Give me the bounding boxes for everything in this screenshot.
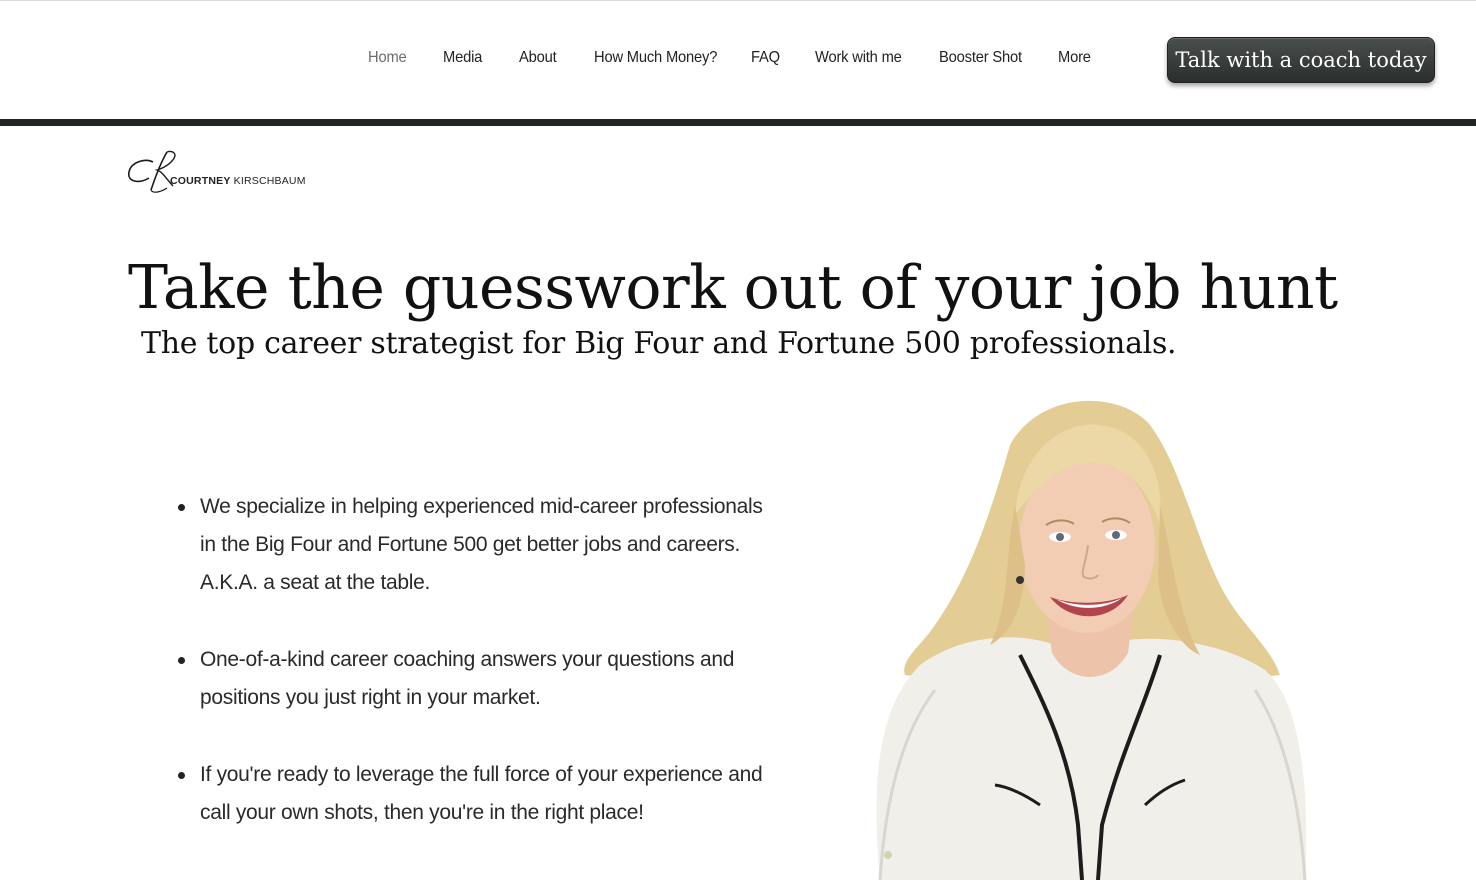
bullet-item: One-of-a-kind career coaching answers yo… [178, 641, 770, 717]
nav-item-faq[interactable]: FAQ [751, 49, 810, 67]
nav-item-home[interactable]: Home [368, 49, 437, 67]
logo-last-name: KIRSCHBAUM [233, 175, 306, 187]
nav-item-how-much-money[interactable]: How Much Money? [594, 49, 738, 67]
site-header: Home Media About How Much Money? FAQ Wor… [0, 1, 1476, 119]
bullet-item: If you're ready to leverage the full for… [178, 756, 770, 832]
coach-portrait-photo [876, 400, 1307, 880]
site-logo[interactable]: COURTNEY KIRSCHBAUM [127, 148, 317, 196]
hero-subheadline: The top career strategist for Big Four a… [141, 326, 1177, 361]
value-bullet-list: We specialize in helping experienced mid… [178, 488, 770, 871]
nav-item-media[interactable]: Media [443, 49, 513, 67]
nav-item-about[interactable]: About [519, 49, 588, 67]
talk-with-coach-button[interactable]: Talk with a coach today [1167, 37, 1435, 83]
nav-item-more[interactable]: More [1058, 49, 1095, 67]
bullet-item: We specialize in helping experienced mid… [178, 488, 770, 602]
nav-item-booster-shot[interactable]: Booster Shot [939, 49, 1048, 67]
logo-first-name: COURTNEY [170, 175, 231, 187]
main-nav: Home Media About How Much Money? FAQ Wor… [368, 49, 1098, 67]
ck-monogram-icon [128, 150, 176, 193]
logo-wordmark: COURTNEY KIRSCHBAUM [170, 175, 306, 187]
header-divider [0, 119, 1476, 126]
nav-item-work-with-me[interactable]: Work with me [815, 49, 929, 67]
hero-headline: Take the guesswork out of your job hunt [128, 253, 1338, 323]
